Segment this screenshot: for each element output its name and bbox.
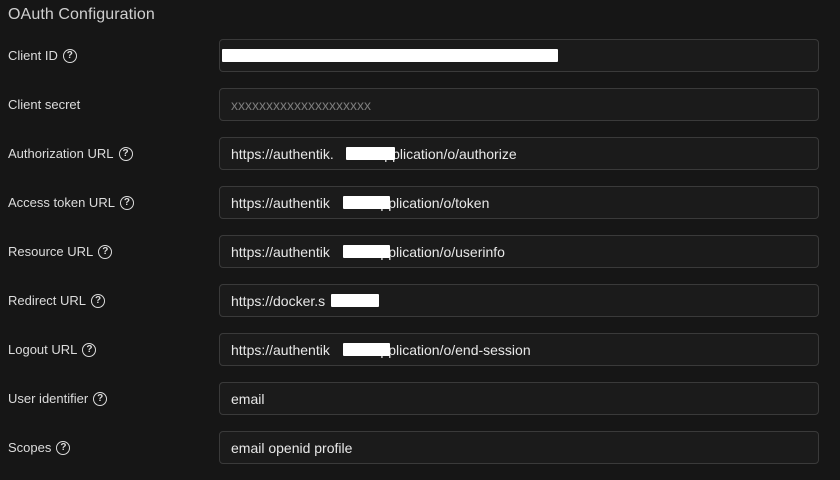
redirect-url-row: Redirect URL ?	[0, 284, 840, 333]
client-secret-label-wrap: Client secret	[8, 88, 80, 121]
resource-url-label-wrap: Resource URL ?	[8, 235, 113, 268]
client-secret-row: Client secret	[0, 88, 840, 137]
redirect-url-redaction	[331, 294, 379, 307]
scopes-row: Scopes ?	[0, 431, 840, 480]
access-token-url-label: Access token URL	[8, 195, 115, 210]
access-token-url-label-wrap: Access token URL ?	[8, 186, 134, 219]
client-id-redaction	[222, 49, 558, 62]
authorization-url-row: Authorization URL ?	[0, 137, 840, 186]
redirect-url-label: Redirect URL	[8, 293, 87, 308]
scopes-help-icon[interactable]: ?	[56, 440, 71, 455]
resource-url-row: Resource URL ?	[0, 235, 840, 284]
logout-url-redaction	[343, 343, 390, 356]
scopes-label: Scopes	[8, 440, 52, 455]
authorization-url-label-wrap: Authorization URL ?	[8, 137, 133, 170]
user-identifier-label: User identifier	[8, 391, 89, 406]
access-token-url-row: Access token URL ?	[0, 186, 840, 235]
redirect-url-label-wrap: Redirect URL ?	[8, 284, 106, 317]
logout-url-input[interactable]	[219, 333, 819, 366]
resource-url-label: Resource URL	[8, 244, 94, 259]
access-token-url-redaction	[343, 196, 390, 209]
authorization-url-label: Authorization URL	[8, 146, 114, 161]
logout-url-label-wrap: Logout URL ?	[8, 333, 97, 366]
resource-url-help-icon[interactable]: ?	[98, 244, 113, 259]
resource-url-redaction	[343, 245, 390, 258]
authorization-url-input[interactable]	[219, 137, 819, 170]
client-id-row: Client ID ?	[0, 39, 840, 88]
scopes-input[interactable]	[219, 431, 819, 464]
logout-url-help-icon[interactable]: ?	[82, 342, 97, 357]
access-token-url-input[interactable]	[219, 186, 819, 219]
section-title: OAuth Configuration	[8, 6, 155, 23]
oauth-config-form: Client ID ? Client secret Authorization …	[0, 39, 840, 480]
logout-url-label: Logout URL	[8, 342, 78, 357]
client-id-label-wrap: Client ID ?	[8, 39, 77, 72]
client-secret-input[interactable]	[219, 88, 819, 121]
redirect-url-help-icon[interactable]: ?	[91, 293, 106, 308]
client-id-label: Client ID	[8, 48, 58, 63]
redirect-url-input[interactable]	[219, 284, 819, 317]
scopes-label-wrap: Scopes ?	[8, 431, 71, 464]
user-identifier-label-wrap: User identifier ?	[8, 382, 108, 415]
logout-url-row: Logout URL ?	[0, 333, 840, 382]
authorization-url-redaction	[346, 147, 395, 160]
resource-url-input[interactable]	[219, 235, 819, 268]
access-token-url-help-icon[interactable]: ?	[119, 195, 134, 210]
user-identifier-row: User identifier ?	[0, 382, 840, 431]
user-identifier-help-icon[interactable]: ?	[93, 391, 108, 406]
authorization-url-help-icon[interactable]: ?	[118, 146, 133, 161]
client-secret-label: Client secret	[8, 97, 81, 112]
client-id-help-icon[interactable]: ?	[62, 48, 77, 63]
user-identifier-input[interactable]	[219, 382, 819, 415]
